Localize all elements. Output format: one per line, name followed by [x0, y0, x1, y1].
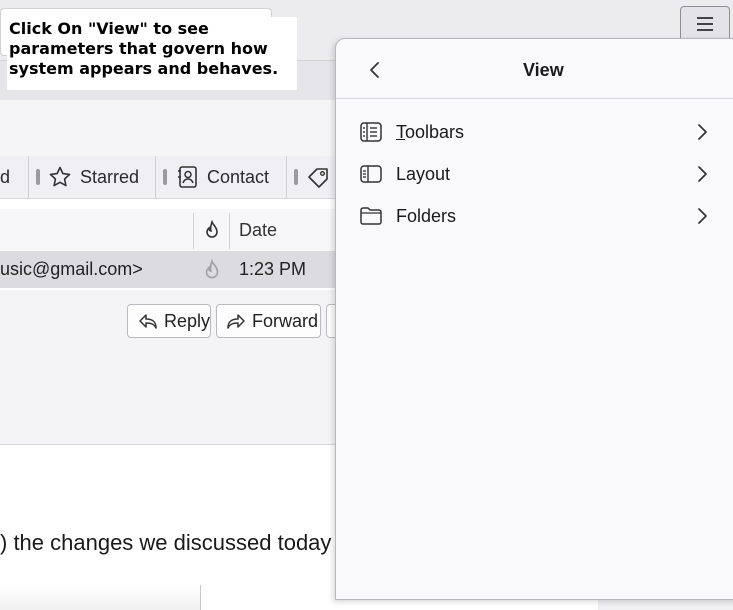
- correspondent-cell: usic@gmail.com>: [0, 259, 143, 279]
- tutorial-callout: Click On "View" to see parameters that g…: [7, 17, 297, 90]
- contact-filter-label: Contact: [207, 166, 270, 187]
- star-icon: [48, 165, 72, 189]
- back-button[interactable]: [364, 59, 386, 81]
- column-divider[interactable]: [229, 213, 230, 249]
- chevron-right-icon: [696, 206, 710, 231]
- menu-item-toolbars[interactable]: Toolbars: [336, 112, 733, 152]
- message-body-text: ) the changes we discussed today: [0, 530, 332, 555]
- grip-handle[interactable]: [163, 169, 167, 185]
- forward-label: Forward: [252, 310, 319, 331]
- toolbars-icon: [360, 122, 382, 147]
- reply-icon: [138, 312, 158, 330]
- menu-item-folders[interactable]: Folders: [336, 196, 733, 236]
- flame-icon: [203, 219, 221, 244]
- contact-card-icon: [177, 165, 199, 189]
- starred-filter-button[interactable]: Starred: [48, 156, 139, 198]
- tag-icon: [306, 165, 332, 189]
- quick-filter-partial-label: d: [0, 166, 11, 187]
- junk-column-header[interactable]: [203, 219, 221, 245]
- folder-icon: [360, 206, 382, 231]
- reply-button[interactable]: Reply: [127, 304, 211, 338]
- column-divider[interactable]: [193, 213, 194, 249]
- menu-item-label: Toolbars: [396, 122, 465, 142]
- grip-handle[interactable]: [294, 169, 298, 185]
- chevron-left-icon: [370, 62, 379, 78]
- menu-item-layout[interactable]: Layout: [336, 154, 733, 194]
- panel-header: View: [336, 39, 733, 99]
- grip-handle[interactable]: [36, 169, 40, 185]
- divider: [200, 585, 201, 610]
- bottom-shadow: [0, 585, 200, 610]
- tag-filter-button[interactable]: [306, 156, 332, 198]
- divider: [28, 156, 29, 198]
- date-column-header[interactable]: Date: [239, 220, 277, 241]
- hamburger-icon: [695, 16, 715, 37]
- chevron-right-icon: [696, 122, 710, 147]
- divider: [155, 156, 156, 198]
- junk-status-icon[interactable]: [202, 258, 222, 286]
- reply-label: Reply: [164, 310, 211, 331]
- chevron-right-icon: [696, 164, 710, 189]
- search-area: [0, 100, 340, 157]
- forward-button[interactable]: Forward: [216, 304, 321, 338]
- starred-filter-label: Starred: [80, 166, 140, 187]
- divider: [286, 156, 287, 198]
- menu-item-label: Layout: [396, 164, 451, 184]
- thread-list-header: [0, 209, 340, 252]
- layout-icon: [360, 164, 382, 189]
- forward-icon: [226, 312, 246, 330]
- menu-item-label: Folders: [396, 206, 457, 226]
- panel-title: View: [523, 60, 564, 80]
- date-cell: 1:23 PM: [239, 259, 307, 279]
- quick-filter-partial-button[interactable]: d: [0, 156, 10, 198]
- view-menu-panel: View Toolbars Layout Folders: [335, 38, 733, 600]
- contact-filter-button[interactable]: Contact: [177, 156, 269, 198]
